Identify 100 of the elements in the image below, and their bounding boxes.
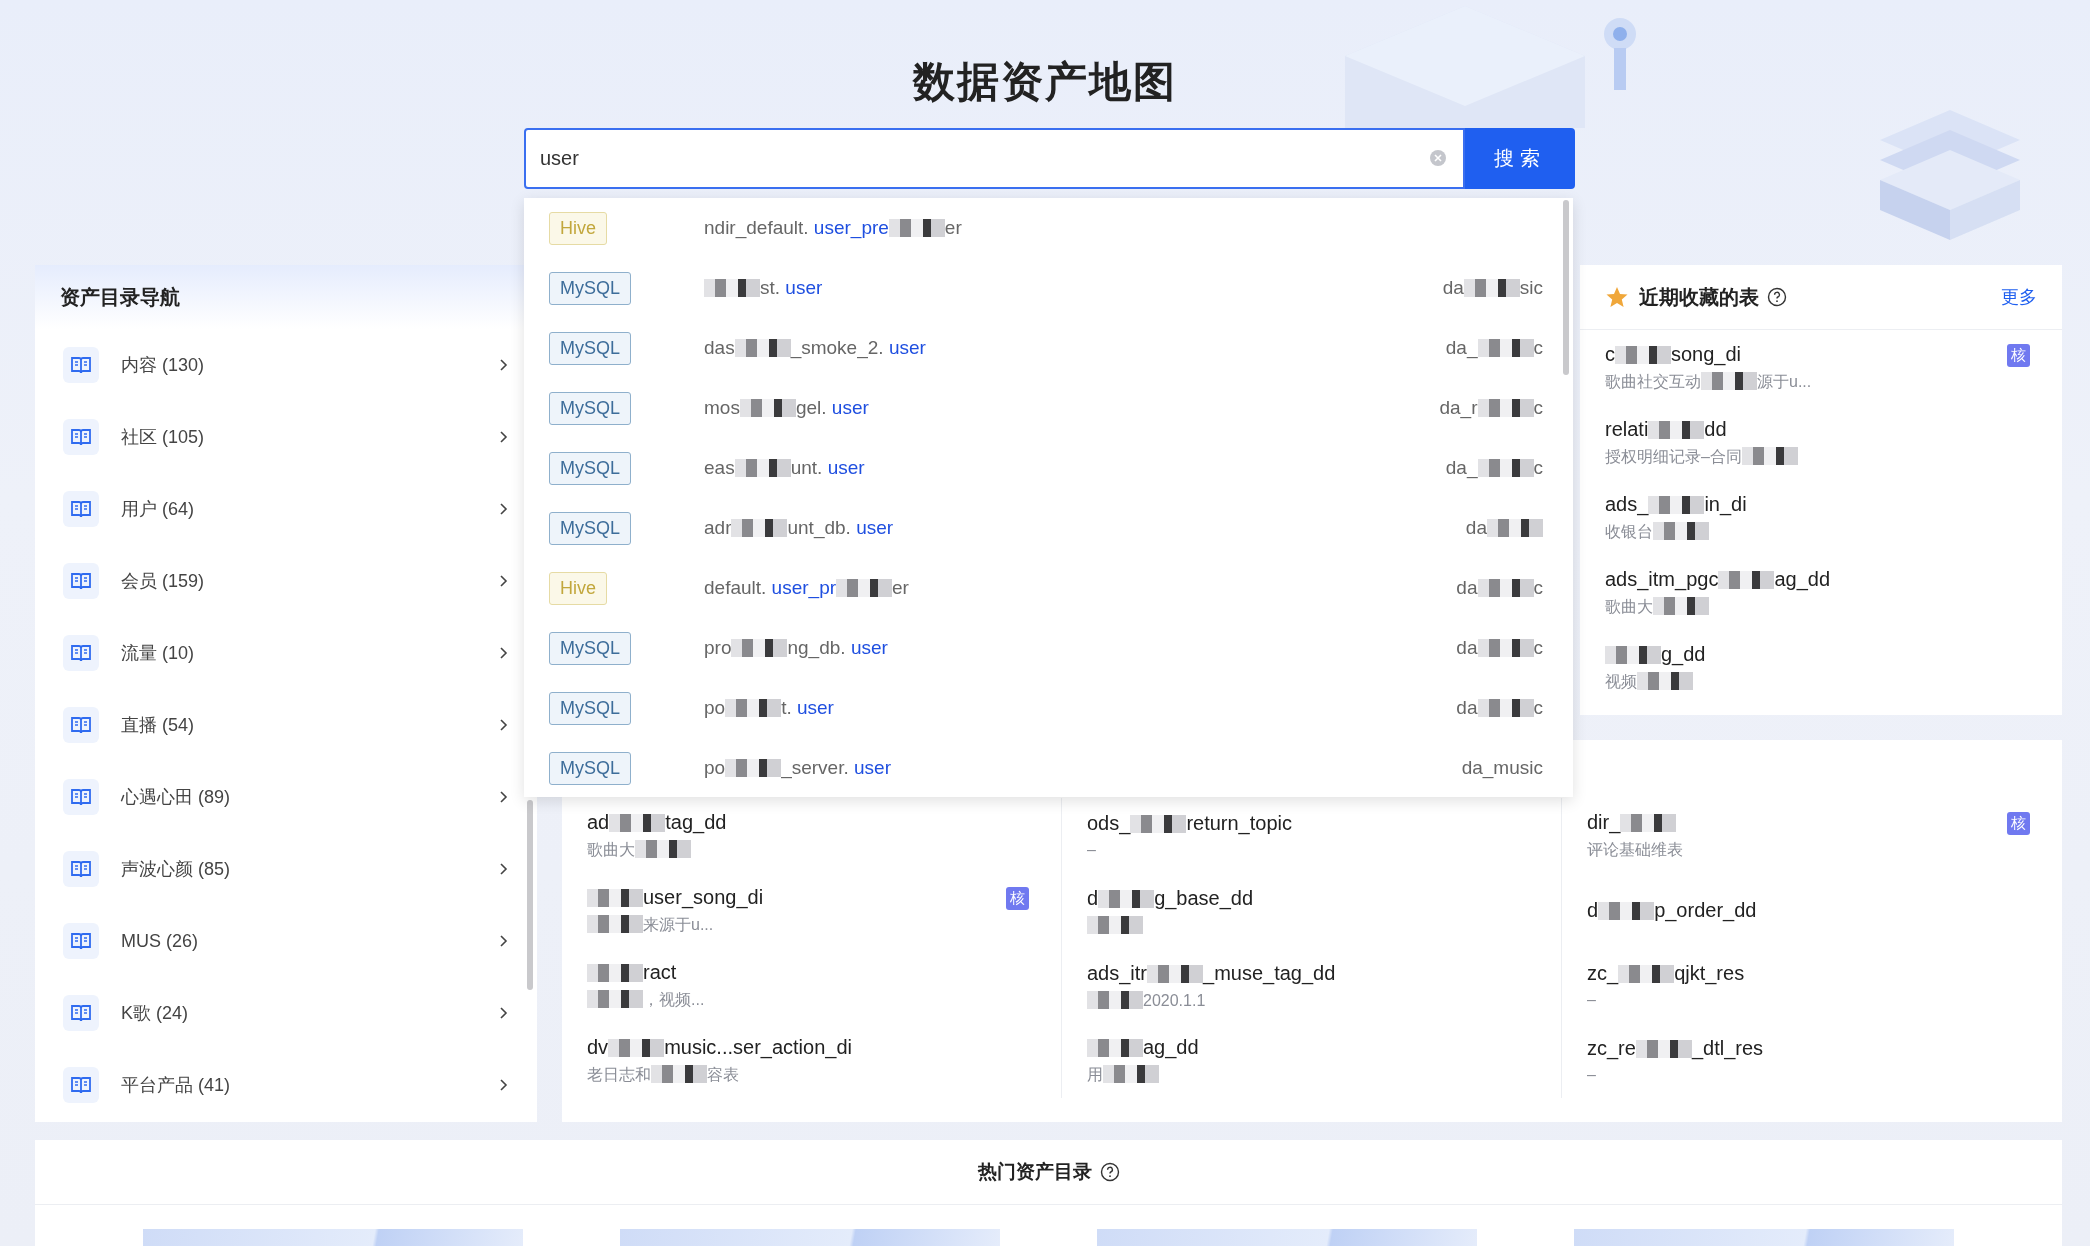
scrollbar[interactable] [527, 800, 533, 990]
table-name: das _smoke_2. user [704, 337, 927, 359]
owner-name: da [1465, 517, 1543, 539]
chevron-icon [499, 790, 509, 804]
owner-name: da_ c [1445, 337, 1543, 359]
chevron-icon [499, 574, 509, 588]
panel-title: 近期收藏的表 [1639, 284, 1759, 310]
owner-name: da c [1456, 577, 1543, 599]
table-name: eas unt. user [704, 457, 866, 479]
table-name: ag_dd [1087, 1035, 1199, 1059]
sidebar-item[interactable]: K歌 (24) [35, 977, 537, 1049]
source-tag: MySQL [549, 511, 631, 545]
table-name: g_dd [1605, 642, 1706, 666]
help-icon[interactable] [1767, 287, 1787, 307]
sidebar-item[interactable]: 平台产品 (41) [35, 1049, 537, 1121]
table-description: – [1587, 991, 1596, 1009]
source-tag: MySQL [549, 271, 631, 305]
table-description: 评论基础维表 [1587, 839, 1683, 860]
table-name: ad tag_dd [587, 810, 727, 834]
chevron-icon [499, 646, 509, 660]
table-name: user_song_di [587, 885, 764, 909]
table-name: default. user_pr er [704, 577, 910, 599]
sidebar-item[interactable]: MUS (26) [35, 905, 537, 977]
core-badge: 核 [2007, 344, 2030, 367]
book-icon [63, 779, 99, 815]
chevron-icon [499, 1006, 509, 1020]
sidebar-item[interactable]: 声波心颜 (85) [35, 833, 537, 905]
owner-name: da c [1456, 697, 1543, 719]
chevron-icon [499, 718, 509, 732]
chevron-icon [499, 934, 509, 948]
table-description: 用 [1087, 1064, 1159, 1086]
page-title: 数据资产地图 [913, 57, 1177, 107]
book-icon [63, 491, 99, 527]
table-description: 2020.1.1 [1087, 990, 1206, 1010]
table-name: ads_ in_di [1605, 492, 1747, 516]
source-tag: MySQL [549, 691, 631, 725]
source-tag: MySQL [549, 331, 631, 365]
table-name: zc_ qjkt_res [1587, 962, 1745, 985]
table-description: – [1087, 841, 1096, 859]
table-description: 老日志和 容表 [587, 1064, 739, 1085]
owner-name: da_ c [1445, 457, 1543, 479]
chevron-icon [499, 358, 509, 372]
search-field[interactable]: user [524, 128, 1465, 189]
suggestion-item[interactable]: Hive ndir_default. user_pre er [524, 198, 1573, 258]
chevron-icon [499, 502, 509, 516]
star-icon [1605, 285, 1629, 309]
table-description: 歌曲社交互动 源于u... [1605, 371, 1812, 392]
book-icon [63, 851, 99, 887]
table-name: adr unt_db. user [704, 517, 895, 539]
table-name: ndir_default. user_pre er [704, 217, 963, 239]
table-description: 来源于u... [587, 914, 714, 936]
book-icon [63, 995, 99, 1031]
source-tag: MySQL [549, 391, 631, 425]
book-icon [63, 923, 99, 959]
table-name: st. user [704, 277, 1443, 299]
table-description: ，视频... [587, 989, 705, 1011]
table-name: pro ng_db. user [704, 637, 889, 659]
source-tag: Hive [549, 211, 607, 245]
book-icon [63, 1067, 99, 1103]
source-tag: MySQL [549, 751, 631, 785]
table-description: 收银台 [1605, 521, 1709, 543]
table-name: ract [587, 960, 677, 984]
owner-name: da_music [1461, 757, 1543, 779]
source-tag: MySQL [549, 451, 631, 485]
table-name: c song_di [1605, 342, 1742, 366]
table-description: 歌曲大 [587, 839, 691, 861]
chevron-icon [499, 862, 509, 876]
pin-icon [1604, 18, 1636, 90]
owner-name: da c [1456, 637, 1543, 659]
help-icon[interactable] [1099, 1162, 1120, 1182]
book-icon [63, 419, 99, 455]
book-icon [63, 347, 99, 383]
table-name: mos gel. user [704, 397, 870, 419]
core-badge: 核 [1006, 887, 1029, 910]
core-badge: 核 [2007, 812, 2030, 835]
chevron-icon [499, 1078, 509, 1092]
source-tag: Hive [549, 571, 607, 605]
table-description: 歌曲大 [1605, 596, 1709, 618]
panel-title: 热门资产目录 [977, 1160, 1092, 1184]
table-description: – [1587, 1066, 1596, 1084]
book-icon [63, 635, 99, 671]
table-description [1087, 915, 1143, 935]
book-icon [63, 563, 99, 599]
table-name: ads_itr _muse_tag_dd [1087, 961, 1336, 985]
table-name: d p_order_dd [1587, 899, 1757, 922]
scrollbar[interactable] [1563, 200, 1569, 375]
search-button[interactable]: 搜索 [1465, 128, 1575, 189]
table-name: ads_itm_pgc ag_dd [1605, 567, 1831, 591]
table-name: d g_base_dd [1087, 886, 1254, 910]
table-name: zc_re _dtl_res [1587, 1037, 1764, 1060]
more-link[interactable]: 更多 [2001, 285, 2037, 309]
table-description: 授权明细记录–合同 [1605, 446, 1798, 468]
table-name: po t. user [704, 697, 835, 719]
table-name: relati dd [1605, 417, 1727, 441]
source-tag: MySQL [549, 631, 631, 665]
clear-icon[interactable] [1429, 149, 1447, 167]
table-description: 视频 [1605, 671, 1693, 693]
chevron-icon [499, 430, 509, 444]
book-icon [63, 707, 99, 743]
table-name: ods_ return_topic [1087, 812, 1292, 835]
